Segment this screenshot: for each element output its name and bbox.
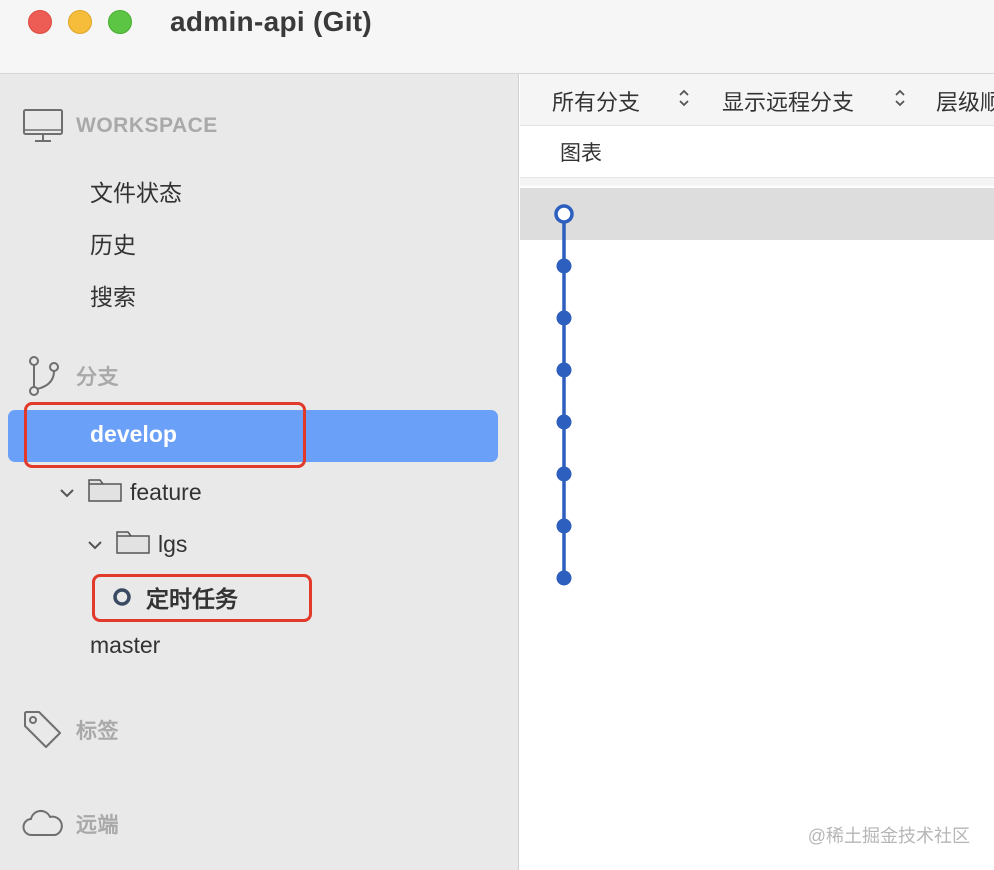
column-header-row: 图表 [520, 126, 994, 178]
highlight-box-develop [24, 402, 306, 468]
commit-node[interactable] [556, 362, 572, 378]
branch-folder-feature[interactable]: feature [60, 476, 202, 508]
commit-node-head[interactable] [554, 204, 574, 224]
commit-node[interactable] [556, 310, 572, 326]
close-window-button[interactable] [28, 10, 52, 34]
tags-section-header[interactable]: 标签 [22, 708, 119, 752]
zoom-window-button[interactable] [108, 10, 132, 34]
watermark: @稀土掘金技术社区 [807, 826, 970, 846]
updown-arrow-icon[interactable] [678, 88, 690, 108]
branch-icon [22, 354, 66, 398]
folder-icon [88, 476, 122, 508]
folder-lgs-label: lgs [158, 530, 188, 557]
chevron-down-icon[interactable] [88, 534, 110, 555]
workspace-header-label: WORKSPACE [76, 114, 218, 137]
nav-history[interactable]: 历史 [90, 226, 136, 260]
sidebar: WORKSPACE 文件状态 历史 搜索 分支 develop feature … [0, 74, 519, 870]
folder-icon [116, 528, 150, 560]
cloud-icon [22, 802, 66, 846]
commit-node[interactable] [556, 466, 572, 482]
remote-branch-dropdown[interactable]: 显示远程分支 [722, 85, 854, 117]
filter-toolbar: 所有分支 显示远程分支 层级顺 [520, 74, 994, 126]
header-divider [520, 178, 994, 186]
order-dropdown[interactable]: 层级顺 [936, 85, 994, 117]
commit-graph [554, 204, 574, 586]
remotes-section-header[interactable]: 远端 [22, 802, 119, 846]
branches-header-label: 分支 [76, 366, 119, 389]
workspace-section-header[interactable]: WORKSPACE [22, 104, 218, 148]
branch-item-master[interactable]: master [90, 632, 160, 659]
branch-filter-dropdown[interactable]: 所有分支 [552, 85, 640, 117]
commit-node[interactable] [556, 258, 572, 274]
tag-icon [22, 708, 66, 752]
branches-section-header[interactable]: 分支 [22, 354, 119, 398]
commit-node[interactable] [556, 570, 572, 586]
commit-node[interactable] [556, 518, 572, 534]
window-title: admin-api (Git) [170, 6, 373, 37]
monitor-icon [22, 104, 66, 148]
commit-node[interactable] [556, 414, 572, 430]
nav-search[interactable]: 搜索 [90, 278, 136, 312]
branch-folder-lgs[interactable]: lgs [88, 528, 187, 560]
remotes-header-label: 远端 [76, 814, 119, 837]
title-bar: admin-api (Git) [0, 0, 994, 74]
highlight-box-current-branch [92, 574, 312, 622]
chevron-down-icon[interactable] [60, 482, 82, 503]
updown-arrow-icon[interactable] [894, 88, 906, 108]
nav-file-status[interactable]: 文件状态 [90, 174, 182, 208]
tags-header-label: 标签 [76, 720, 119, 743]
folder-feature-label: feature [130, 478, 202, 505]
minimize-window-button[interactable] [68, 10, 92, 34]
column-header-graph[interactable]: 图表 [560, 137, 602, 167]
